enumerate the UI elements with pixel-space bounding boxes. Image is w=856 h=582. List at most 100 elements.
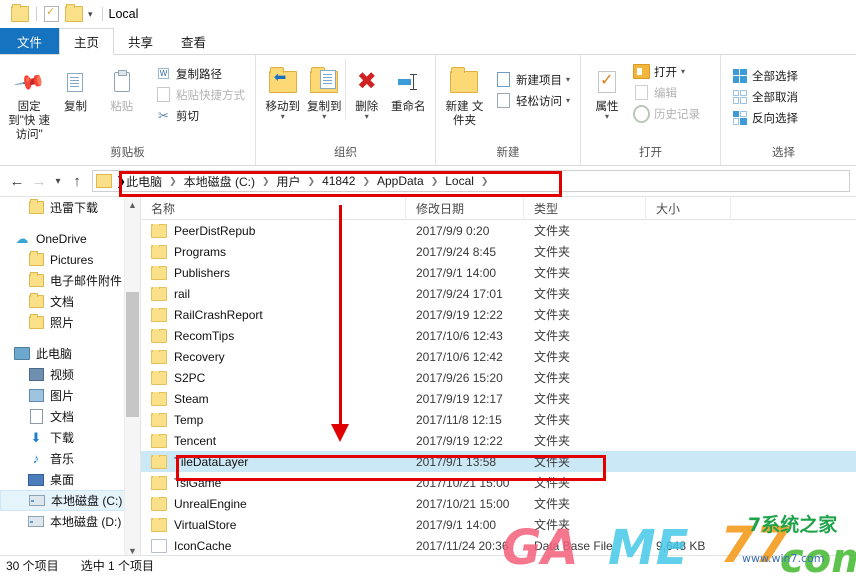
table-row[interactable]: rail 2017/9/24 17:01 文件夹	[141, 283, 856, 304]
nav-item-downloads[interactable]: ⬇ 下载	[0, 427, 140, 448]
up-arrow-icon[interactable]: ↑	[66, 173, 88, 190]
copy-button[interactable]: 复制	[52, 59, 98, 114]
cell-date: 2017/10/21 15:00	[416, 496, 510, 511]
column-header-size[interactable]: 大小	[646, 197, 731, 219]
table-row[interactable]: S2PC 2017/9/26 15:20 文件夹	[141, 367, 856, 388]
breadcrumb-item-c-drive[interactable]: 本地磁盘 (C:) ❯	[184, 173, 277, 190]
column-header-name[interactable]: 名称	[141, 197, 406, 219]
delete-button[interactable]: ✖ 删除 ▾	[345, 59, 388, 121]
nav-item-desktop[interactable]: 桌面	[0, 469, 140, 490]
nav-item-local-disk-d[interactable]: 本地磁盘 (D:)	[0, 511, 140, 532]
new-folder-button[interactable]: 新建 文件夹	[442, 59, 487, 128]
rename-button[interactable]: 重命名	[388, 59, 430, 114]
nav-item-xunlei[interactable]: 迅雷下载	[0, 197, 140, 218]
cell-type: 文件夹	[534, 308, 571, 322]
chevron-down-icon[interactable]: ▾	[322, 113, 326, 121]
properties-button[interactable]: 属性 ▾	[587, 59, 627, 121]
column-header-date[interactable]: 修改日期	[406, 197, 524, 219]
table-row[interactable]: RecomTips 2017/10/6 12:43 文件夹	[141, 325, 856, 346]
folder-icon	[151, 370, 167, 385]
nav-item-pictures[interactable]: 图片	[0, 385, 140, 406]
breadcrumb[interactable]: ❯ 此电脑 ❯ 本地磁盘 (C:) ❯ 用户 ❯ 41842 ❯ AppData ❯ Lo…	[92, 170, 850, 192]
breadcrumb-item-this-pc[interactable]: 此电脑 ❯	[126, 173, 184, 190]
chevron-down-icon[interactable]: ▾	[566, 96, 570, 105]
nav-item-music[interactable]: ♪ 音乐	[0, 448, 140, 469]
chevron-down-icon[interactable]: ▾	[605, 113, 609, 121]
open-button[interactable]: 打开 ▾	[629, 61, 704, 82]
nav-scrollbar[interactable]: ▲ ▼	[124, 197, 140, 558]
navigation-pane: 迅雷下载 ☁ OneDrive Pictures 电子邮件附件 文档 照片 此电…	[0, 197, 140, 558]
chevron-down-icon[interactable]: ▾	[681, 67, 685, 76]
tab-view[interactable]: 查看	[167, 28, 220, 54]
breadcrumb-item-users[interactable]: 用户 ❯	[277, 173, 323, 190]
paste-button[interactable]: 粘贴	[99, 59, 145, 114]
nav-item-videos[interactable]: 视频	[0, 364, 140, 385]
edit-button[interactable]: 编辑	[629, 82, 704, 103]
table-row[interactable]: UnrealEngine 2017/10/21 15:00 文件夹	[141, 493, 856, 514]
paste-shortcut-button[interactable]: 粘贴快捷方式	[151, 84, 249, 105]
back-arrow-icon[interactable]: ←	[6, 173, 28, 190]
invert-selection-button[interactable]: 反向选择	[727, 107, 802, 128]
breadcrumb-item-appdata[interactable]: AppData ❯	[377, 174, 445, 188]
scroll-up-icon[interactable]: ▲	[125, 197, 140, 212]
table-row[interactable]: Tencent 2017/9/19 12:22 文件夹	[141, 430, 856, 451]
new-item-button[interactable]: 新建项目 ▾	[491, 69, 574, 90]
chevron-down-icon[interactable]: ▾	[365, 113, 369, 121]
table-row[interactable]: Publishers 2017/9/1 14:00 文件夹	[141, 262, 856, 283]
copy-to-button[interactable]: 复制到 ▾	[304, 59, 346, 121]
copy-path-button[interactable]: W 复制路径	[151, 63, 249, 84]
nav-item-onedrive[interactable]: ☁ OneDrive	[0, 228, 140, 249]
table-row[interactable]: Recovery 2017/10/6 12:42 文件夹	[141, 346, 856, 367]
table-row[interactable]: Temp 2017/11/8 12:15 文件夹	[141, 409, 856, 430]
table-row[interactable]: PeerDistRepub 2017/9/9 0:20 文件夹	[141, 220, 856, 241]
file-explorer-window: ▾ Local 文件 主页 共享 查看 📌 固定到"快 速访问" 复制	[0, 0, 856, 582]
breadcrumb-item-local[interactable]: Local ❯	[445, 174, 495, 188]
table-row[interactable]: Programs 2017/9/24 8:45 文件夹	[141, 241, 856, 262]
table-row[interactable]: VirtualStore 2017/9/1 14:00 文件夹	[141, 514, 856, 535]
tab-home[interactable]: 主页	[59, 28, 115, 55]
paste-label: 粘贴	[110, 101, 134, 113]
new-folder-icon[interactable]	[65, 4, 83, 22]
table-row[interactable]: IconCache 2017/11/24 20:36 Data Base Fil…	[141, 535, 856, 556]
chevron-down-icon[interactable]: ▾	[88, 9, 93, 20]
select-none-button[interactable]: 全部取消	[727, 86, 802, 107]
breadcrumb-item-41842[interactable]: 41842 ❯	[322, 174, 377, 188]
cell-name: Programs	[141, 244, 406, 259]
easy-access-label: 轻松访问	[515, 95, 562, 108]
recent-locations-icon[interactable]: ▾	[50, 176, 66, 187]
status-bar: 30 个项目 选中 1 个项目	[0, 555, 856, 575]
cell-name: RailCrashReport	[141, 307, 406, 322]
select-all-button[interactable]: 全部选择	[727, 65, 802, 86]
nav-item-documents[interactable]: 文档	[0, 406, 140, 427]
easy-access-button[interactable]: 轻松访问 ▾	[491, 90, 574, 111]
nav-item-photos-od[interactable]: 照片	[0, 312, 140, 333]
table-row[interactable]: TslGame 2017/10/21 15:00 文件夹	[141, 472, 856, 493]
nav-item-documents-od[interactable]: 文档	[0, 291, 140, 312]
ribbon-group-open: 属性 ▾ 打开 ▾ 编辑 历史记录	[580, 55, 720, 165]
tab-share[interactable]: 共享	[114, 28, 167, 54]
folder-icon	[151, 307, 167, 322]
folder-icon[interactable]	[11, 4, 29, 22]
chevron-down-icon[interactable]: ▾	[566, 75, 570, 84]
chevron-down-icon[interactable]: ▾	[281, 113, 285, 121]
nav-item-email-attachments[interactable]: 电子邮件附件	[0, 270, 140, 291]
documents-icon	[28, 409, 44, 424]
scrollbar-thumb[interactable]	[126, 292, 139, 417]
tab-file[interactable]: 文件	[0, 28, 60, 54]
table-row[interactable]: Steam 2017/9/19 12:17 文件夹	[141, 388, 856, 409]
ribbon-group-label-clipboard: 剪贴板	[110, 147, 145, 159]
nav-item-pictures-od[interactable]: Pictures	[0, 249, 140, 270]
properties-icon[interactable]	[44, 5, 59, 22]
table-row-selected[interactable]: TileDataLayer 2017/9/1 13:58 文件夹	[141, 451, 856, 472]
history-button[interactable]: 历史记录	[629, 103, 704, 124]
cut-button[interactable]: ✂ 剪切	[151, 105, 249, 126]
this-pc-icon	[14, 347, 30, 361]
column-header-type[interactable]: 类型	[524, 197, 646, 219]
nav-item-local-disk-c[interactable]: 本地磁盘 (C:)	[0, 490, 140, 511]
forward-arrow-icon[interactable]: →	[28, 173, 50, 190]
pin-to-quick-access-button[interactable]: 📌 固定到"快 速访问"	[6, 59, 52, 142]
table-row[interactable]: RailCrashReport 2017/9/19 12:22 文件夹	[141, 304, 856, 325]
nav-item-this-pc[interactable]: 此电脑	[0, 343, 140, 364]
select-none-label: 全部取消	[752, 91, 798, 104]
move-to-button[interactable]: ⬅ 移动到 ▾	[262, 59, 304, 121]
